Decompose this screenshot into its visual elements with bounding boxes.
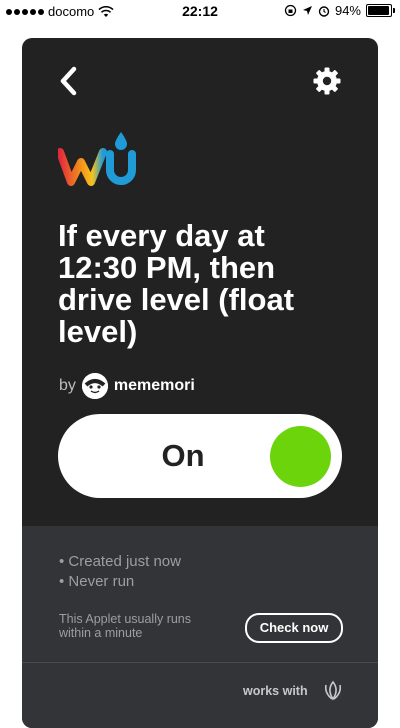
weather-underground-logo xyxy=(56,130,142,188)
author-name[interactable]: mememori xyxy=(114,377,195,395)
back-button[interactable] xyxy=(54,66,84,96)
status-list: • Created just now • Never run xyxy=(59,552,181,592)
divider xyxy=(22,662,378,663)
applet-toggle[interactable]: On xyxy=(58,414,342,498)
applet-details: • Created just now • Never run This Appl… xyxy=(22,526,378,728)
status-item-runs: • Never run xyxy=(59,573,135,590)
applet-title: If every day at 12:30 PM, then drive lev… xyxy=(58,218,295,349)
location-arrow-icon xyxy=(302,6,312,15)
status-right: 94% xyxy=(284,3,395,18)
rotation-lock-icon xyxy=(284,4,297,17)
check-now-button[interactable]: Check now xyxy=(245,613,343,643)
run-note: This Applet usually runs within a minute xyxy=(59,612,192,640)
battery-icon xyxy=(366,4,395,17)
settings-button[interactable] xyxy=(312,66,342,96)
applet-card: If every day at 12:30 PM, then drive lev… xyxy=(22,38,378,728)
toggle-knob[interactable] xyxy=(270,426,331,487)
chevron-left-icon xyxy=(60,66,77,96)
status-bar: docomo 22:12 94% xyxy=(0,0,400,22)
alarm-icon xyxy=(318,5,330,17)
author-byline: by mememori xyxy=(59,373,195,399)
by-label: by xyxy=(59,377,76,394)
avatar-icon xyxy=(81,373,108,399)
avatar xyxy=(81,373,108,399)
status-item-created: • Created just now xyxy=(59,553,181,570)
battery-percent: 94% xyxy=(334,3,361,18)
works-with-label: works with xyxy=(243,684,308,698)
works-with-icon[interactable] xyxy=(322,679,344,701)
gear-icon xyxy=(313,67,341,95)
